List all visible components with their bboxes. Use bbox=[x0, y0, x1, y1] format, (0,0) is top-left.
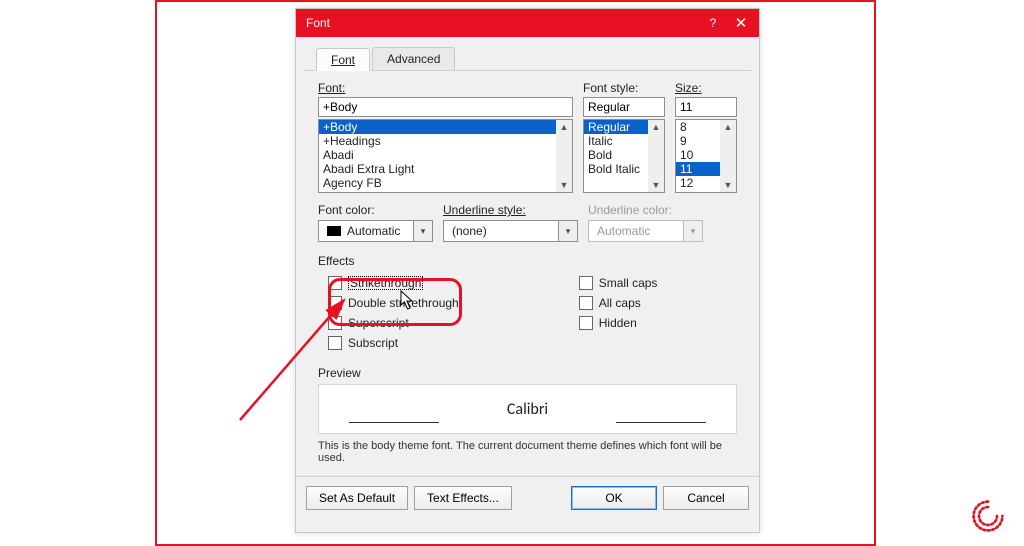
list-item[interactable]: 9 bbox=[676, 134, 720, 148]
tabstrip: Font Advanced bbox=[304, 37, 751, 71]
checkbox-strikethrough[interactable]: Strikethrough bbox=[328, 276, 459, 290]
label-size: Size: bbox=[675, 81, 737, 95]
label-ustyle: Underline style: bbox=[443, 203, 578, 217]
list-item[interactable]: Bold bbox=[584, 148, 648, 162]
tab-font[interactable]: Font bbox=[316, 48, 370, 71]
cancel-button[interactable]: Cancel bbox=[663, 486, 749, 510]
chevron-down-icon: ▾ bbox=[683, 220, 703, 242]
list-item[interactable]: Abadi bbox=[319, 148, 556, 162]
list-item[interactable]: Italic bbox=[584, 134, 648, 148]
style-input[interactable] bbox=[583, 97, 665, 117]
style-listbox[interactable]: RegularItalicBoldBold Italic ▲▼ bbox=[583, 119, 665, 193]
size-listbox[interactable]: 89101112 ▲▼ bbox=[675, 119, 737, 193]
preview-sample: Calibri bbox=[507, 400, 548, 419]
list-item[interactable]: +Headings bbox=[319, 134, 556, 148]
preview-note: This is the body theme font. The current… bbox=[318, 440, 737, 464]
checkbox-subscript[interactable]: Subscript bbox=[328, 336, 459, 350]
font-dialog: Font ? ✕ Font Advanced Font: +Body+Headi… bbox=[295, 8, 760, 533]
set-default-button[interactable]: Set As Default bbox=[306, 486, 408, 510]
list-item[interactable]: 8 bbox=[676, 120, 720, 134]
text-effects-button[interactable]: Text Effects... bbox=[414, 486, 512, 510]
size-input[interactable] bbox=[675, 97, 737, 117]
fontcolor-combo[interactable]: Automatic ▾ bbox=[318, 220, 433, 242]
brand-logo-icon bbox=[970, 498, 1006, 534]
list-item[interactable]: Abadi Extra Light bbox=[319, 162, 556, 176]
help-button[interactable]: ? bbox=[703, 16, 723, 30]
checkbox-allcaps[interactable]: All caps bbox=[579, 296, 658, 310]
list-item[interactable]: +Body bbox=[319, 120, 556, 134]
list-item[interactable]: 12 bbox=[676, 176, 720, 190]
font-listbox[interactable]: +Body+HeadingsAbadiAbadi Extra LightAgen… bbox=[318, 119, 573, 193]
label-style: Font style: bbox=[583, 81, 665, 95]
list-item[interactable]: Bold Italic bbox=[584, 162, 648, 176]
close-icon: ✕ bbox=[735, 16, 748, 31]
label-ucolor: Underline color: bbox=[588, 203, 703, 217]
title-text: Font bbox=[306, 16, 703, 30]
color-swatch bbox=[327, 226, 341, 236]
checkbox-double-strikethrough[interactable]: Double strikethrough bbox=[328, 296, 459, 310]
list-item[interactable]: Agency FB bbox=[319, 176, 556, 190]
ucolor-combo: Automatic ▾ bbox=[588, 220, 703, 242]
checkbox-superscript[interactable]: Superscript bbox=[328, 316, 459, 330]
scrollbar-style[interactable]: ▲▼ bbox=[648, 120, 664, 192]
list-item[interactable]: 11 bbox=[676, 162, 720, 176]
chevron-down-icon: ▾ bbox=[558, 220, 578, 242]
ok-button[interactable]: OK bbox=[571, 486, 657, 510]
label-fontcolor: Font color: bbox=[318, 203, 433, 217]
scrollbar-size[interactable]: ▲▼ bbox=[720, 120, 736, 192]
list-item[interactable]: 10 bbox=[676, 148, 720, 162]
font-input[interactable] bbox=[318, 97, 573, 117]
list-item[interactable]: Regular bbox=[584, 120, 648, 134]
titlebar: Font ? ✕ bbox=[296, 9, 759, 37]
effects-title: Effects bbox=[318, 254, 737, 268]
checkbox-smallcaps[interactable]: Small caps bbox=[579, 276, 658, 290]
label-font: Font: bbox=[318, 81, 573, 95]
ustyle-combo[interactable]: (none) ▾ bbox=[443, 220, 578, 242]
preview-pane: Calibri bbox=[318, 384, 737, 434]
chevron-down-icon: ▾ bbox=[413, 220, 433, 242]
tab-advanced[interactable]: Advanced bbox=[372, 47, 455, 70]
checkbox-hidden[interactable]: Hidden bbox=[579, 316, 658, 330]
close-button[interactable]: ✕ bbox=[723, 9, 759, 37]
scrollbar-font[interactable]: ▲▼ bbox=[556, 120, 572, 192]
preview-title: Preview bbox=[318, 366, 737, 380]
